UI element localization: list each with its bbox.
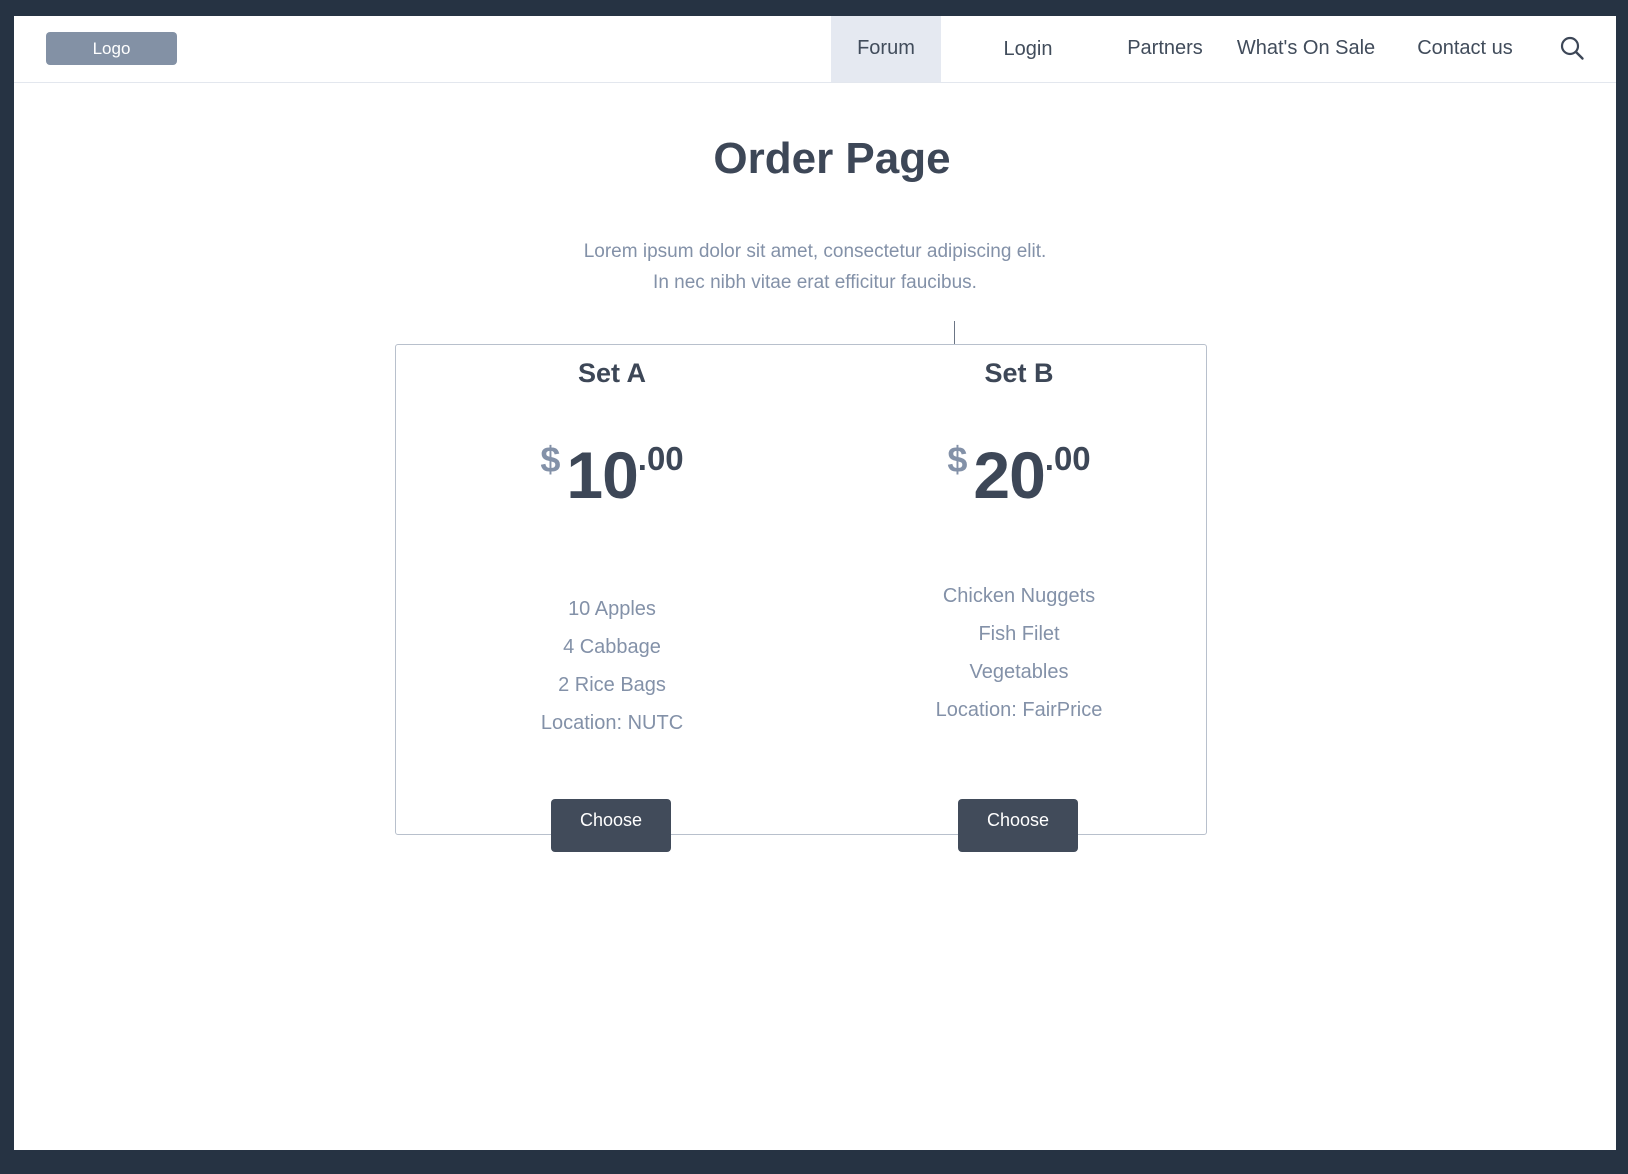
feature-item: 10 Apples: [568, 598, 656, 620]
price-whole: 20: [973, 438, 1045, 512]
nav-item-contact-us[interactable]: Contact us: [1408, 16, 1522, 82]
bottom-bar: [0, 1150, 1628, 1174]
feature-item: Fish Filet: [978, 623, 1060, 645]
feature-item: Chicken Nuggets: [942, 585, 1096, 607]
top-navbar: Logo Forum Login Partners What's On Sale…: [14, 16, 1616, 83]
feature-item: Location: NUTC: [540, 712, 684, 734]
price-currency: $: [540, 439, 561, 480]
price-whole: 10: [566, 438, 638, 512]
nav-item-forum[interactable]: Forum: [831, 16, 941, 82]
plan-title-set-b: Set B: [984, 358, 1054, 388]
subtitle-line-1: Lorem ipsum dolor sit amet, consectetur …: [583, 241, 1047, 262]
choose-button-set-b[interactable]: Choose: [958, 799, 1078, 852]
feature-item: Vegetables: [969, 661, 1069, 683]
price-cents: .00: [1044, 440, 1091, 477]
feature-item: Location: FairPrice: [935, 699, 1103, 721]
logo-button[interactable]: Logo: [46, 32, 177, 65]
feature-item: 2 Rice Bags: [558, 674, 666, 696]
search-icon[interactable]: [1558, 34, 1586, 62]
nav-item-login[interactable]: Login: [984, 16, 1072, 82]
nav-item-partners[interactable]: Partners: [1110, 16, 1220, 82]
nav-item-whats-on-sale[interactable]: What's On Sale: [1234, 16, 1378, 82]
plan-features-set-b: Chicken Nuggets Fish Filet Vegetables Lo…: [899, 577, 1139, 729]
plan-title-set-a: Set A: [577, 358, 646, 388]
plan-price-set-a: $10.00: [492, 437, 732, 513]
price-cents: .00: [637, 440, 684, 477]
subtitle-line-2: In nec nibh vitae erat efficitur faucibu…: [653, 272, 977, 293]
plan-price-set-b: $20.00: [899, 437, 1139, 513]
page-subtitle: Lorem ipsum dolor sit amet, consectetur …: [14, 236, 1616, 298]
divider-tick: [954, 321, 955, 345]
price-currency: $: [947, 439, 968, 480]
plan-features-set-a: 10 Apples 4 Cabbage 2 Rice Bags Location…: [492, 590, 732, 742]
feature-item: 4 Cabbage: [563, 636, 661, 658]
choose-button-set-a[interactable]: Choose: [551, 799, 671, 852]
page-title: Order Page: [713, 134, 951, 183]
